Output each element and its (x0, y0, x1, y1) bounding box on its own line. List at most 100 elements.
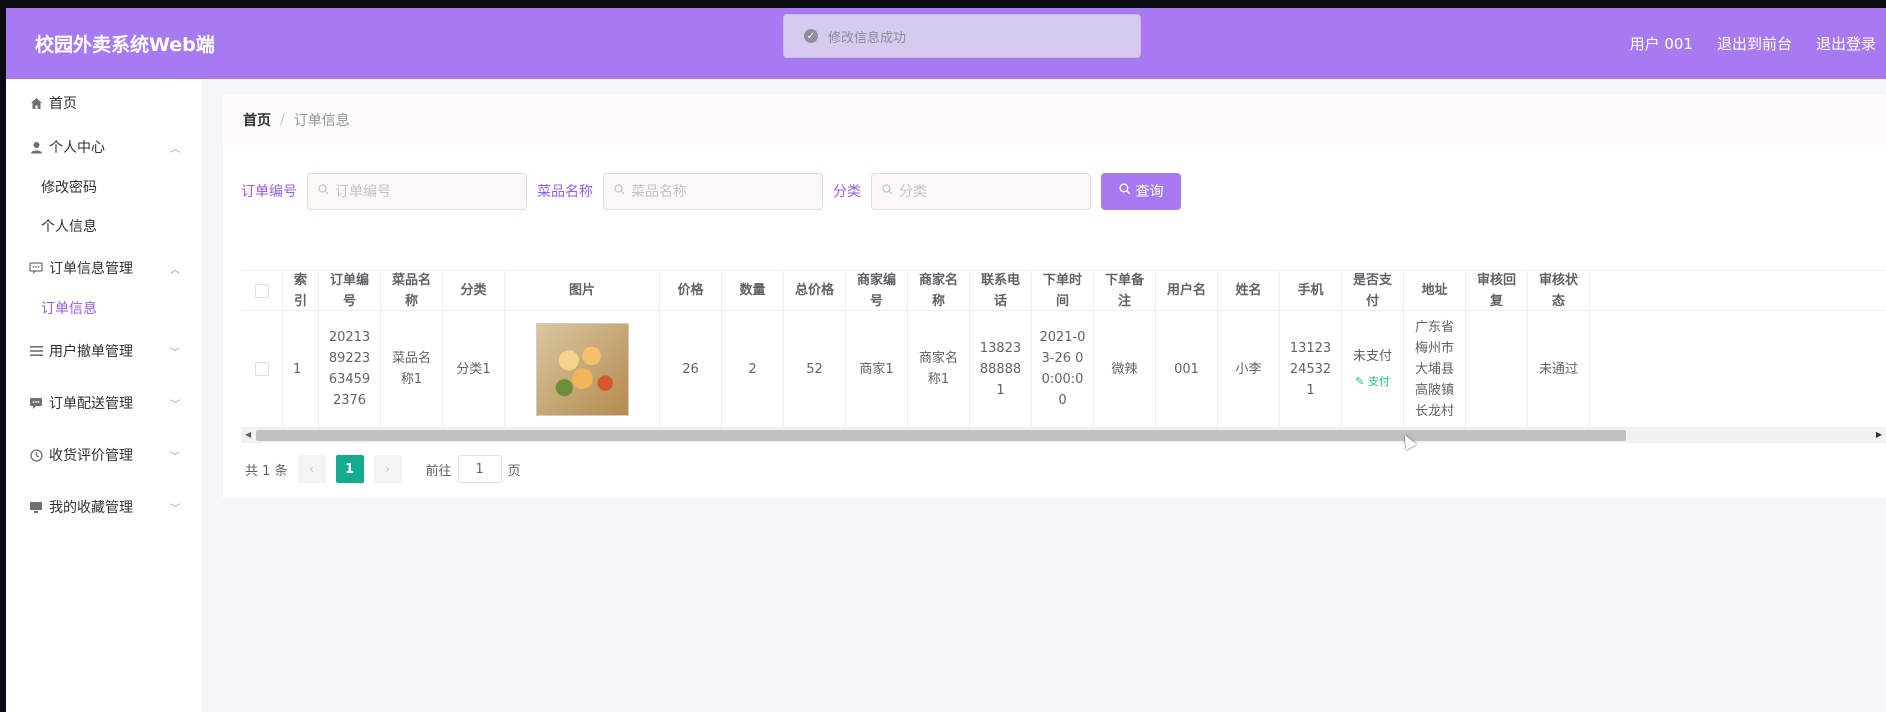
app-title: 校园外卖系统Web端 (35, 34, 215, 56)
search-icon (614, 183, 625, 199)
col-header: 用户名 (1156, 271, 1218, 310)
cell-name: 小李 (1218, 311, 1280, 427)
dish-name-placeholder: 菜品名称 (631, 184, 687, 200)
sidebar-label-home: 首页 (49, 96, 77, 112)
toast-message: 修改信息成功 (828, 30, 907, 46)
app-window: 校园外卖系统Web端 ✓ 修改信息成功 用户 001 退出到前台 退出登录 首页… (6, 8, 1886, 712)
next-page-button[interactable]: › (373, 455, 402, 483)
col-header: 总价格 (784, 271, 846, 310)
category-label: 分类 (833, 184, 861, 200)
sidebar-item-favorites[interactable]: 我的收藏管理 ﹀ (6, 492, 202, 522)
cell-image (505, 311, 660, 427)
chevron-up-icon: ︿ (170, 143, 180, 155)
goto-page-input[interactable]: 1 (457, 455, 502, 483)
row-checkbox[interactable] (254, 362, 269, 376)
col-header: 分类 (443, 271, 505, 310)
pay-button-label: 支付 (1367, 375, 1390, 388)
cell-order-no: 202138922363459​2376 (319, 311, 381, 427)
content-card: 订单编号 订单编号 菜品名称 菜品名称 分类 分类 查询 索引 订单编号 菜品名… (223, 145, 1886, 498)
list-icon (28, 343, 44, 359)
category-input[interactable]: 分类 (871, 172, 1091, 210)
dish-name-label: 菜品名称 (537, 184, 593, 200)
edit-icon: ✎ (1355, 375, 1365, 388)
chevron-down-icon: ﹀ (170, 451, 180, 463)
scroll-right-icon[interactable]: ▶ (1876, 430, 1882, 439)
col-header: 订单编号 (319, 271, 381, 310)
col-header: 菜品名称 (381, 271, 443, 310)
chevron-down-icon: ﹀ (170, 347, 180, 359)
order-no-label: 订单编号 (241, 184, 297, 200)
select-all-checkbox[interactable] (254, 283, 269, 298)
sidebar-label-favorites: 我的收藏管理 (49, 500, 133, 516)
top-bar: 校园外卖系统Web端 ✓ 修改信息成功 用户 001 退出到前台 退出登录 (6, 8, 1886, 79)
breadcrumb: 首页 / 订单信息 (223, 95, 1886, 145)
clock-icon (28, 447, 44, 463)
col-header: 手机 (1280, 271, 1342, 310)
sidebar-label-personal: 个人中心 (49, 140, 105, 156)
sidebar-item-personal-info[interactable]: 个人信息 (41, 216, 97, 236)
sidebar-item-order-info[interactable]: 订单信息 (41, 298, 97, 318)
table-row[interactable]: 1 202138922363459​2376 菜品名称1 分类1 26 2 52… (241, 311, 1886, 428)
col-header: 价格 (660, 271, 722, 310)
cell-reply (1466, 311, 1528, 427)
search-icon (318, 183, 329, 199)
query-button-label: 查询 (1135, 184, 1164, 200)
col-header: 商家名称 (908, 271, 970, 310)
query-button[interactable]: 查询 (1101, 172, 1181, 210)
home-icon (28, 95, 44, 111)
cell-index: 1 (283, 311, 319, 427)
search-icon (1118, 183, 1131, 199)
order-no-input[interactable]: 订单编号 (307, 172, 527, 210)
cell-category: 分类1 (443, 311, 505, 427)
dish-name-input[interactable]: 菜品名称 (603, 172, 823, 210)
select-all-cell (241, 271, 283, 310)
cell-qty: 2 (722, 311, 784, 427)
col-header: 是否支付 (1342, 271, 1404, 310)
sidebar-label-reviews: 收货评价管理 (49, 448, 133, 464)
category-placeholder: 分类 (899, 184, 927, 200)
sidebar-item-home[interactable]: 首页 (6, 88, 202, 118)
user-link[interactable]: 用户 001 (1630, 33, 1693, 54)
cell-mobile: 13123245321 (1280, 311, 1342, 427)
sidebar: 首页 个人中心 ︿ 修改密码 个人信息 订单信息管理 ︿ 订单信息 用户撤单管理… (6, 79, 202, 712)
scroll-left-icon[interactable]: ◀ (245, 430, 251, 439)
breadcrumb-separator: / (280, 112, 285, 128)
col-header: 图片 (505, 271, 660, 310)
cell-note: 微辣 (1094, 311, 1156, 427)
col-header: 审核状态 (1528, 271, 1590, 310)
success-icon: ✓ (804, 29, 818, 43)
breadcrumb-home[interactable]: 首页 (243, 110, 271, 130)
sidebar-item-personal[interactable]: 个人中心 ︿ (6, 132, 202, 162)
col-header: 下单备注 (1094, 271, 1156, 310)
cell-status: 未通过 (1528, 311, 1590, 427)
sidebar-item-change-password[interactable]: 修改密码 (41, 177, 97, 197)
chevron-down-icon: ﹀ (170, 503, 180, 515)
page-number[interactable]: 1 (335, 455, 364, 483)
pay-button[interactable]: ✎ 支付 (1355, 371, 1390, 392)
search-form: 订单编号 订单编号 菜品名称 菜品名称 分类 分类 查询 (241, 172, 1181, 210)
back-to-frontend-link[interactable]: 退出到前台 (1717, 33, 1792, 54)
breadcrumb-current: 订单信息 (293, 113, 350, 129)
col-header: 数量 (722, 271, 784, 310)
col-header: 地址 (1404, 271, 1466, 310)
paid-status: 未支付 (1352, 349, 1392, 364)
sidebar-item-delivery[interactable]: 订单配送管理 ﹀ (6, 388, 202, 418)
pagination: 共 1 条 ‹ 1 › 前往 1 页 (245, 455, 521, 483)
sidebar-label-cancel-orders: 用户撤单管理 (49, 344, 133, 360)
logout-link[interactable]: 退出登录 (1816, 33, 1876, 54)
sidebar-item-orders[interactable]: 订单信息管理 ︿ (6, 253, 202, 283)
monitor-icon (28, 499, 44, 515)
sidebar-item-reviews[interactable]: 收货评价管理 ﹀ (6, 440, 202, 470)
order-no-placeholder: 订单编号 (335, 184, 391, 200)
col-header: 下单时间 (1032, 271, 1094, 310)
dish-image[interactable] (535, 322, 629, 416)
sidebar-label-orders: 订单信息管理 (49, 261, 133, 277)
scrollbar-thumb[interactable] (256, 430, 1626, 441)
horizontal-scrollbar[interactable]: ◀ ▶ (241, 428, 1886, 443)
message-icon (28, 395, 44, 411)
total-count: 共 1 条 (245, 463, 288, 479)
cell-price: 26 (660, 311, 722, 427)
sidebar-item-cancel-orders[interactable]: 用户撤单管理 ﹀ (6, 336, 202, 366)
col-header: 商家编号 (846, 271, 908, 310)
prev-page-button[interactable]: ‹ (297, 455, 326, 483)
